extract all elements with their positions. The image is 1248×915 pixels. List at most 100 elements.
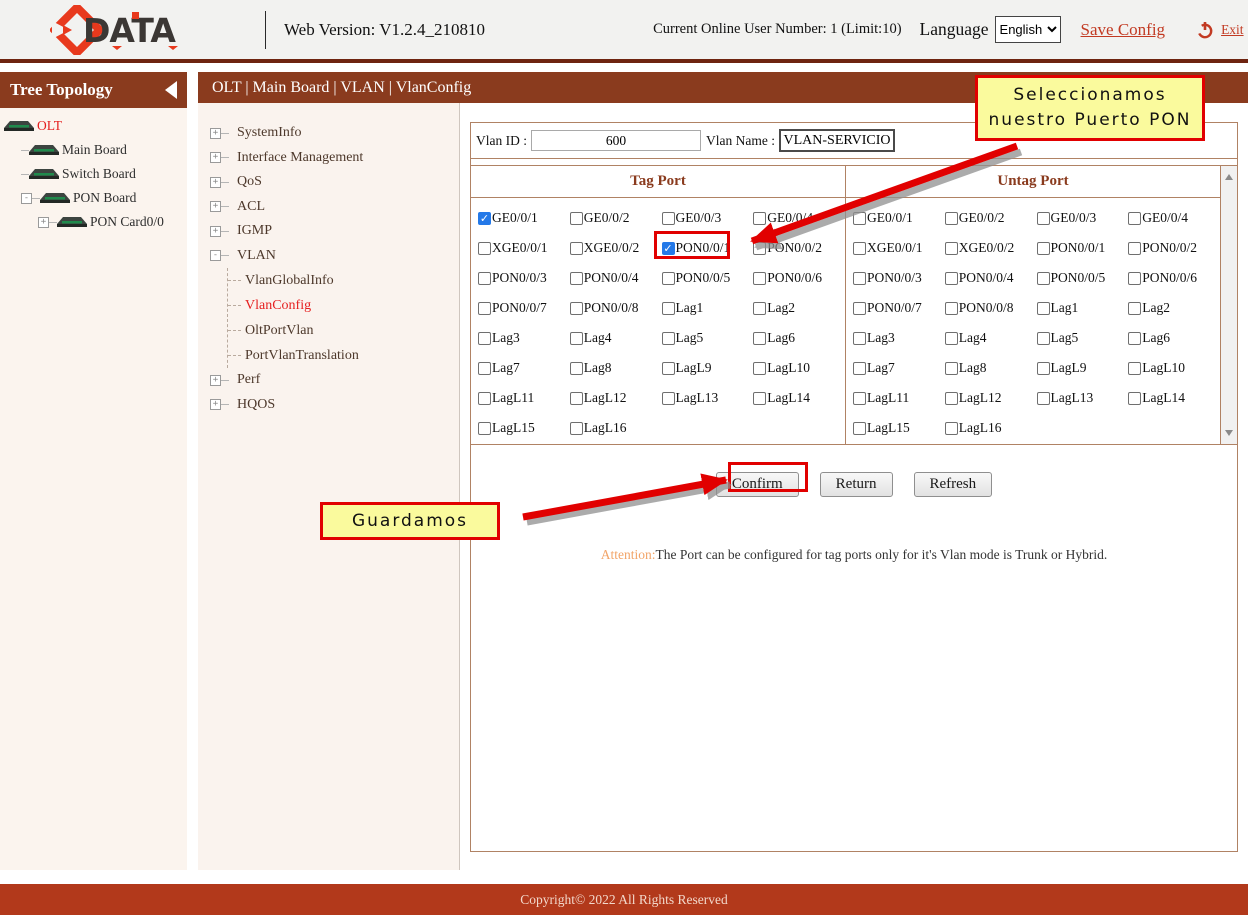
untag-port-checkbox-ge0-0-1[interactable] [853,212,866,225]
menu-item-vlanglobalinfo[interactable]: VlanGlobalInfo [228,268,459,293]
expand-icon[interactable]: + [38,217,49,228]
tree-item-main-board[interactable]: Main Board [0,138,187,162]
scroll-up-icon[interactable] [1225,174,1233,180]
tag-port-checkbox-ge0-0-2[interactable] [570,212,583,225]
tag-port-checkbox-pon0-0-3[interactable] [478,272,491,285]
untag-port-checkbox-lag5[interactable] [1037,332,1050,345]
table-scrollbar[interactable] [1221,166,1237,444]
untag-port-checkbox-lagl16[interactable] [945,422,958,435]
tag-port-checkbox-lagl16[interactable] [570,422,583,435]
menu-item-vlanconfig[interactable]: VlanConfig [228,293,459,318]
expand-icon[interactable]: + [210,177,221,188]
vlan-name-input[interactable] [779,129,895,152]
untag-port-checkbox-lagl9[interactable] [1037,362,1050,375]
tag-port-checkbox-ge0-0-3[interactable] [662,212,675,225]
tag-port-checkbox-lag8[interactable] [570,362,583,375]
untag-port-checkbox-xge0-0-1[interactable] [853,242,866,255]
menu-item-acl[interactable]: +ACL [210,195,459,220]
menu-item-perf[interactable]: +Perf [210,368,459,393]
untag-port-checkbox-pon0-0-4[interactable] [945,272,958,285]
tag-port-checkbox-lag2[interactable] [753,302,766,315]
menu-item-hqos[interactable]: +HQOS [210,393,459,418]
tag-port-checkbox-pon0-0-7[interactable] [478,302,491,315]
expand-icon[interactable]: + [210,128,221,139]
tag-port-checkbox-lag4[interactable] [570,332,583,345]
untag-port-checkbox-lagl12[interactable] [945,392,958,405]
tag-port-checkbox-lagl15[interactable] [478,422,491,435]
untag-port-checkbox-ge0-0-3[interactable] [1037,212,1050,225]
untag-port-checkbox-lagl13[interactable] [1037,392,1050,405]
tag-port-checkbox-ge0-0-1[interactable] [478,212,491,225]
tag-port-checkbox-xge0-0-1[interactable] [478,242,491,255]
expand-icon[interactable]: + [210,152,221,163]
expand-icon[interactable]: + [210,399,221,410]
tag-port-checkbox-pon0-0-4[interactable] [570,272,583,285]
untag-port-checkbox-pon0-0-8[interactable] [945,302,958,315]
untag-port-checkbox-lagl15[interactable] [853,422,866,435]
menu-item-igmp[interactable]: +IGMP [210,219,459,244]
collapse-icon[interactable]: - [210,250,221,261]
tag-port-checkbox-pon0-0-1[interactable] [662,242,675,255]
tag-port-checkbox-lagl10[interactable] [753,362,766,375]
tag-port-checkbox-lagl14[interactable] [753,392,766,405]
menu-item-qos[interactable]: +QoS [210,170,459,195]
tag-port-checkbox-lagl11[interactable] [478,392,491,405]
tag-port-checkbox-lagl12[interactable] [570,392,583,405]
tag-port-checkbox-lag5[interactable] [662,332,675,345]
untag-port-checkbox-lagl14[interactable] [1128,392,1141,405]
untag-port-checkbox-lag3[interactable] [853,332,866,345]
menu-item-interface-management[interactable]: +Interface Management [210,146,459,171]
tree-item-switch-board[interactable]: Switch Board [0,162,187,186]
untag-port-checkbox-pon0-0-2[interactable] [1128,242,1141,255]
tree-item-pon-card0-0[interactable]: +PON Card0/0 [0,210,187,234]
expand-icon[interactable]: + [210,375,221,386]
menu-item-vlan[interactable]: -VLAN [210,244,459,269]
tag-port-checkbox-lag7[interactable] [478,362,491,375]
tag-port-checkbox-pon0-0-6[interactable] [753,272,766,285]
untag-port-checkbox-lagl11[interactable] [853,392,866,405]
untag-port-checkbox-pon0-0-3[interactable] [853,272,866,285]
untag-port-checkbox-lag8[interactable] [945,362,958,375]
tag-port-checkbox-lagl13[interactable] [662,392,675,405]
expand-icon[interactable]: + [210,201,221,212]
untag-port-checkbox-lag4[interactable] [945,332,958,345]
tag-port-checkbox-lagl9[interactable] [662,362,675,375]
expand-icon[interactable]: + [210,226,221,237]
confirm-button[interactable]: Confirm [716,472,799,497]
tag-port-checkbox-lag6[interactable] [753,332,766,345]
tree-item-olt[interactable]: OLT [0,114,187,138]
untag-port-checkbox-pon0-0-7[interactable] [853,302,866,315]
vlan-id-input[interactable] [531,130,701,151]
untag-port-checkbox-xge0-0-2[interactable] [945,242,958,255]
power-icon[interactable] [1195,20,1215,40]
menu-item-portvlantranslation[interactable]: PortVlanTranslation [228,343,459,368]
untag-port-checkbox-lag1[interactable] [1037,302,1050,315]
tag-port-checkbox-lag3[interactable] [478,332,491,345]
untag-port-checkbox-lag7[interactable] [853,362,866,375]
untag-port-checkbox-pon0-0-5[interactable] [1037,272,1050,285]
menu-item-oltportvlan[interactable]: OltPortVlan [228,318,459,343]
untag-port-checkbox-pon0-0-6[interactable] [1128,272,1141,285]
exit-link[interactable]: Exit [1221,22,1244,38]
untag-port-checkbox-lag6[interactable] [1128,332,1141,345]
tree-item-pon-board[interactable]: -PON Board [0,186,187,210]
untag-port-checkbox-lag2[interactable] [1128,302,1141,315]
collapse-icon[interactable]: - [21,193,32,204]
scroll-down-icon[interactable] [1225,430,1233,436]
tag-port-checkbox-pon0-0-8[interactable] [570,302,583,315]
language-select[interactable]: English [995,16,1061,43]
tag-port-checkbox-xge0-0-2[interactable] [570,242,583,255]
tag-port-checkbox-pon0-0-2[interactable] [753,242,766,255]
sidebar-collapse-icon[interactable] [165,81,177,99]
tag-port-checkbox-lag1[interactable] [662,302,675,315]
tag-port-checkbox-pon0-0-5[interactable] [662,272,675,285]
return-button[interactable]: Return [820,472,893,497]
tag-port-checkbox-ge0-0-4[interactable] [753,212,766,225]
untag-port-checkbox-ge0-0-4[interactable] [1128,212,1141,225]
refresh-button[interactable]: Refresh [914,472,993,497]
untag-port-checkbox-lagl10[interactable] [1128,362,1141,375]
menu-item-systeminfo[interactable]: +SystemInfo [210,121,459,146]
untag-port-checkbox-ge0-0-2[interactable] [945,212,958,225]
save-config-link[interactable]: Save Config [1081,20,1166,40]
untag-port-checkbox-pon0-0-1[interactable] [1037,242,1050,255]
